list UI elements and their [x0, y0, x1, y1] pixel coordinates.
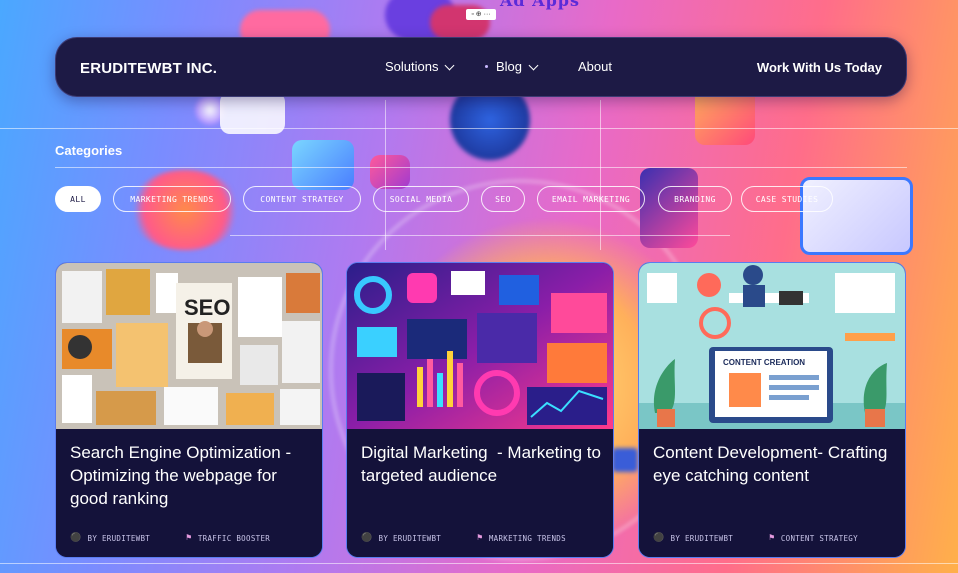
post-title[interactable]: Digital Marketing - Marketing to targete… [361, 441, 601, 487]
chip-seo[interactable]: SEO [481, 186, 525, 212]
nav-blog[interactable]: Blog [485, 59, 539, 74]
person-icon: ⚫ [361, 533, 373, 543]
chip-branding[interactable]: BRANDING [658, 186, 732, 212]
post-title[interactable]: Search Engine Optimization - Optimizing … [70, 441, 310, 510]
post-author[interactable]: BY ERUDITEWBT [671, 534, 734, 543]
tag-icon: ⚑ [769, 533, 775, 543]
nav-solutions-label: Solutions [385, 59, 439, 74]
navbar: ERUDITEWBT INC. Solutions Blog About Wor… [55, 37, 907, 97]
post-body: Content Development- Crafting eye catchi… [639, 429, 905, 557]
dot-icon [485, 65, 488, 68]
post-card[interactable]: SEO Search Engine Optimization - Optimiz… [55, 262, 323, 558]
post-card[interactable]: CONTENT CREATION Content Development- Cr… [638, 262, 906, 558]
mini-toolbar: ▫ ⊕ ··· [466, 9, 496, 20]
nav-blog-label: Blog [496, 59, 523, 74]
post-body: Digital Marketing - Marketing to targete… [347, 429, 613, 557]
post-title[interactable]: Content Development- Crafting eye catchi… [653, 441, 893, 487]
post-author[interactable]: BY ERUDITEWBT [88, 534, 151, 543]
seo-poster-text: SEO [184, 295, 230, 320]
content-creation-text: CONTENT CREATION [723, 358, 805, 367]
chevron-down-icon [445, 60, 455, 71]
post-thumbnail-digital-marketing[interactable] [347, 263, 613, 429]
person-icon: ⚫ [653, 533, 665, 543]
divider [55, 167, 907, 168]
post-meta: ⚫ BY ERUDITEWBT ⚑ TRAFFIC BOOSTER [70, 533, 270, 543]
post-tag[interactable]: CONTENT STRATEGY [781, 534, 858, 543]
chip-all[interactable]: ALL [55, 186, 101, 212]
person-icon: ⚫ [70, 533, 82, 543]
post-thumbnail-content-creation[interactable]: CONTENT CREATION [639, 263, 905, 429]
tag-icon: ⚑ [186, 533, 192, 543]
chip-case-studies[interactable]: CASE STUDIES [741, 186, 833, 212]
post-author[interactable]: BY ERUDITEWBT [379, 534, 442, 543]
tag-icon: ⚑ [477, 533, 483, 543]
post-tag[interactable]: MARKETING TRENDS [489, 534, 566, 543]
post-thumbnail-seo[interactable]: SEO [56, 263, 322, 429]
nav-about[interactable]: About [578, 59, 612, 74]
background-top-label: Ad Apps [500, 0, 580, 10]
work-with-us-button[interactable]: Work With Us Today [757, 60, 882, 75]
chip-marketing-trends[interactable]: MARKETING TRENDS [113, 186, 231, 212]
brand-logo[interactable]: ERUDITEWBT INC. [80, 60, 217, 77]
chip-content-strategy[interactable]: CONTENT STRATEGY [243, 186, 361, 212]
nav-about-label: About [578, 59, 612, 74]
chevron-down-icon [528, 60, 539, 71]
post-meta: ⚫ BY ERUDITEWBT ⚑ CONTENT STRATEGY [653, 533, 858, 543]
chip-social-media[interactable]: SOCIAL MEDIA [373, 186, 469, 212]
post-tag[interactable]: TRAFFIC BOOSTER [198, 534, 270, 543]
post-card[interactable]: Digital Marketing - Marketing to targete… [346, 262, 614, 558]
chip-email-marketing[interactable]: EMAIL MARKETING [537, 186, 645, 212]
nav-solutions[interactable]: Solutions [385, 59, 455, 74]
post-meta: ⚫ BY ERUDITEWBT ⚑ MARKETING TRENDS [361, 533, 566, 543]
categories-heading: Categories [55, 143, 123, 158]
post-body: Search Engine Optimization - Optimizing … [56, 429, 322, 557]
